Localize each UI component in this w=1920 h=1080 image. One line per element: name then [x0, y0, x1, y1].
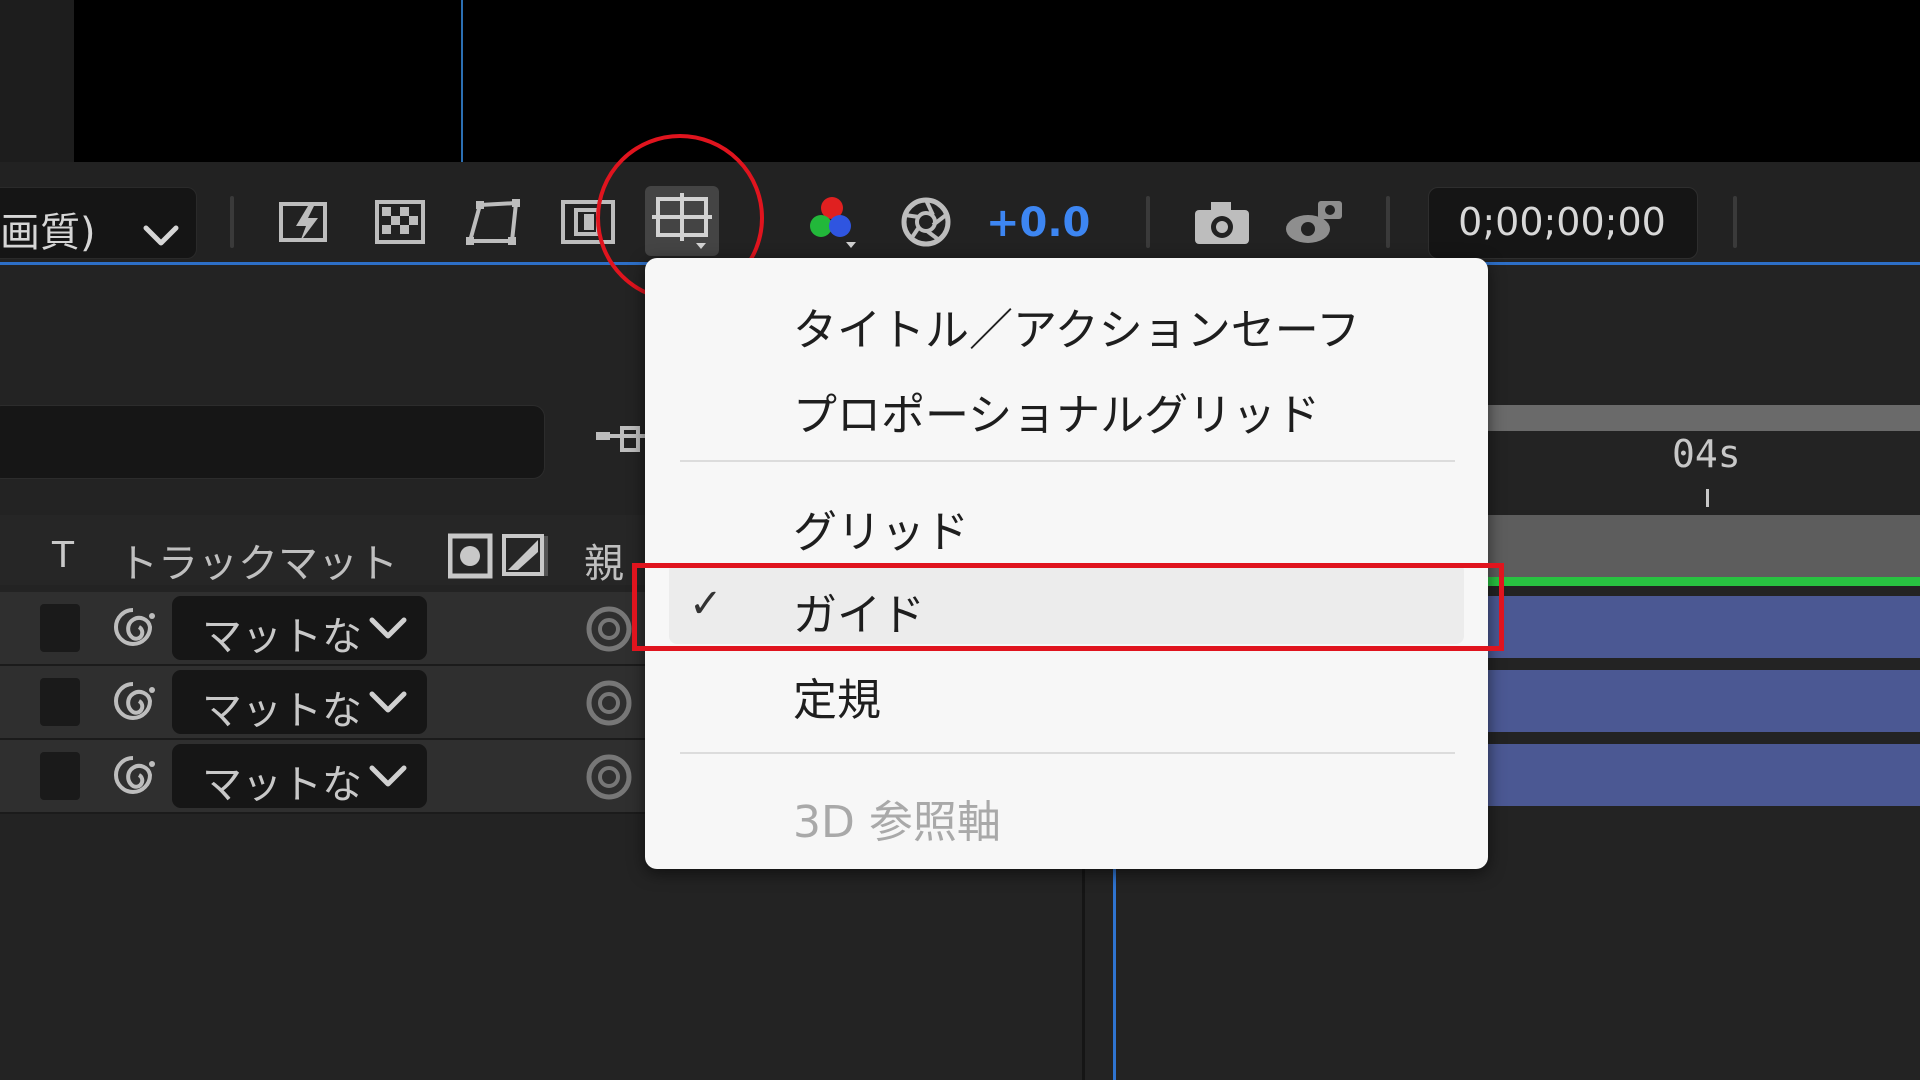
spiral-icon[interactable] — [108, 602, 158, 656]
ruler-tick — [1706, 489, 1709, 507]
layer-label-chip[interactable] — [40, 678, 80, 726]
chevron-down-icon — [369, 617, 407, 639]
chevron-down-icon — [369, 765, 407, 787]
transparency-grid-button[interactable] — [368, 190, 432, 254]
fast-previews-button[interactable] — [274, 190, 338, 254]
layer-duration-bar[interactable] — [1480, 670, 1920, 732]
track-matte-dropdown[interactable]: マットな — [172, 596, 427, 660]
toolbar-separator — [1386, 196, 1390, 248]
current-time-indicator[interactable] — [1113, 860, 1116, 1080]
reset-exposure-button[interactable] — [894, 190, 958, 254]
annotation-rectangle — [632, 563, 1504, 651]
menu-item-proportional-grid[interactable]: プロポーショナルグリッド — [645, 367, 1488, 445]
render-cache-bar — [1480, 577, 1920, 586]
column-t[interactable]: T — [52, 535, 74, 576]
parent-pickwhip-icon[interactable] — [582, 676, 636, 730]
work-area-bar[interactable] — [1480, 515, 1920, 577]
timecode-value: 0;00;00;00 — [1458, 200, 1666, 244]
show-channel-button[interactable] — [800, 190, 864, 254]
column-matte-icons — [447, 532, 548, 584]
track-matte-value: マットな — [202, 762, 362, 808]
menu-item-label: プロポーショナルグリッド — [793, 390, 1321, 441]
resolution-value: 画質) — [0, 210, 96, 256]
menu-separator — [680, 460, 1455, 462]
layer-row[interactable]: マットな — [0, 666, 645, 740]
parent-pickwhip-icon[interactable] — [582, 750, 636, 804]
menu-item-rulers[interactable]: 定規 — [645, 652, 1488, 730]
menu-item-label: グリッド — [793, 507, 969, 558]
menu-separator — [680, 752, 1455, 754]
menu-item-title-action-safe[interactable]: タイトル／アクションセーフ — [645, 282, 1488, 360]
resolution-label: 画質) — [0, 200, 180, 258]
layer-label-chip[interactable] — [40, 752, 80, 800]
column-parent[interactable]: 親 — [584, 531, 624, 589]
menu-item-label: 定規 — [793, 675, 881, 726]
track-matte-dropdown[interactable]: マットな — [172, 744, 427, 808]
spiral-icon[interactable] — [108, 750, 158, 804]
mask-path-icon — [466, 199, 520, 245]
menu-item-label: タイトル／アクションセーフ — [793, 305, 1361, 356]
toolbar-separator — [230, 196, 234, 248]
reset-exposure-icon — [901, 197, 951, 247]
layer-row[interactable]: マットな — [0, 740, 645, 814]
viewer-side-strip — [0, 0, 74, 162]
parent-pickwhip-icon[interactable] — [582, 602, 636, 656]
show-snapshot-button[interactable] — [1282, 190, 1346, 254]
panel-divider — [1082, 860, 1085, 1080]
composition-flowchart-icon[interactable] — [596, 420, 646, 464]
track-matte-value: マットな — [202, 688, 362, 734]
column-track-matte[interactable]: トラックマット — [118, 531, 398, 589]
fast-previews-icon — [279, 202, 327, 242]
timeline-search-input[interactable] — [0, 405, 545, 479]
spiral-icon[interactable] — [108, 676, 158, 730]
menu-item-3d-reference-axes: 3D 参照軸 — [645, 774, 1488, 852]
toolbar-separator — [1733, 196, 1737, 248]
mask-path-button[interactable] — [462, 190, 526, 254]
time-navigator-bar[interactable] — [1480, 405, 1920, 431]
layer-label-chip[interactable] — [40, 604, 80, 652]
layer-duration-bar[interactable] — [1480, 744, 1920, 806]
show-snapshot-icon — [1286, 201, 1342, 243]
alpha-matte-icon — [447, 533, 548, 579]
composition-viewer[interactable] — [0, 0, 1920, 162]
ruler-label-04s: 04s — [1672, 432, 1741, 476]
layer-duration-bar[interactable] — [1480, 596, 1920, 658]
menu-item-label: 3D 参照軸 — [793, 797, 1001, 848]
transparency-grid-icon — [375, 200, 425, 244]
viewer-guide-line — [461, 0, 463, 162]
layer-row[interactable]: マットな — [0, 592, 645, 666]
chevron-down-icon — [369, 691, 407, 713]
chevron-down-icon — [142, 212, 180, 258]
exposure-value[interactable]: +0.0 — [986, 200, 1090, 246]
show-channel-icon — [810, 197, 856, 248]
track-matte-dropdown[interactable]: マットな — [172, 670, 427, 734]
track-matte-value: マットな — [202, 614, 362, 660]
snapshot-icon — [1195, 202, 1249, 244]
take-snapshot-button[interactable] — [1190, 190, 1254, 254]
toolbar-separator — [1146, 196, 1150, 248]
menu-item-grid[interactable]: グリッド — [645, 484, 1488, 562]
